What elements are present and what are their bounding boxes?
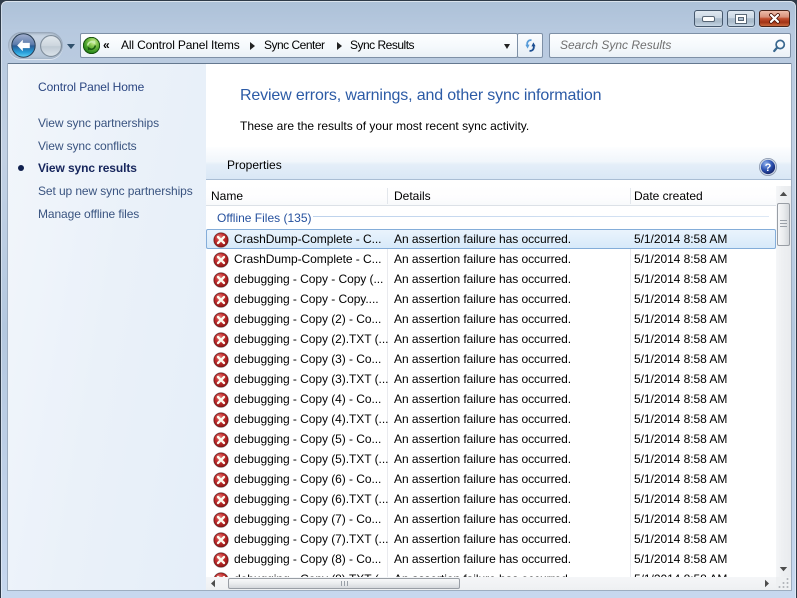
svg-text:?: ? <box>765 162 772 174</box>
